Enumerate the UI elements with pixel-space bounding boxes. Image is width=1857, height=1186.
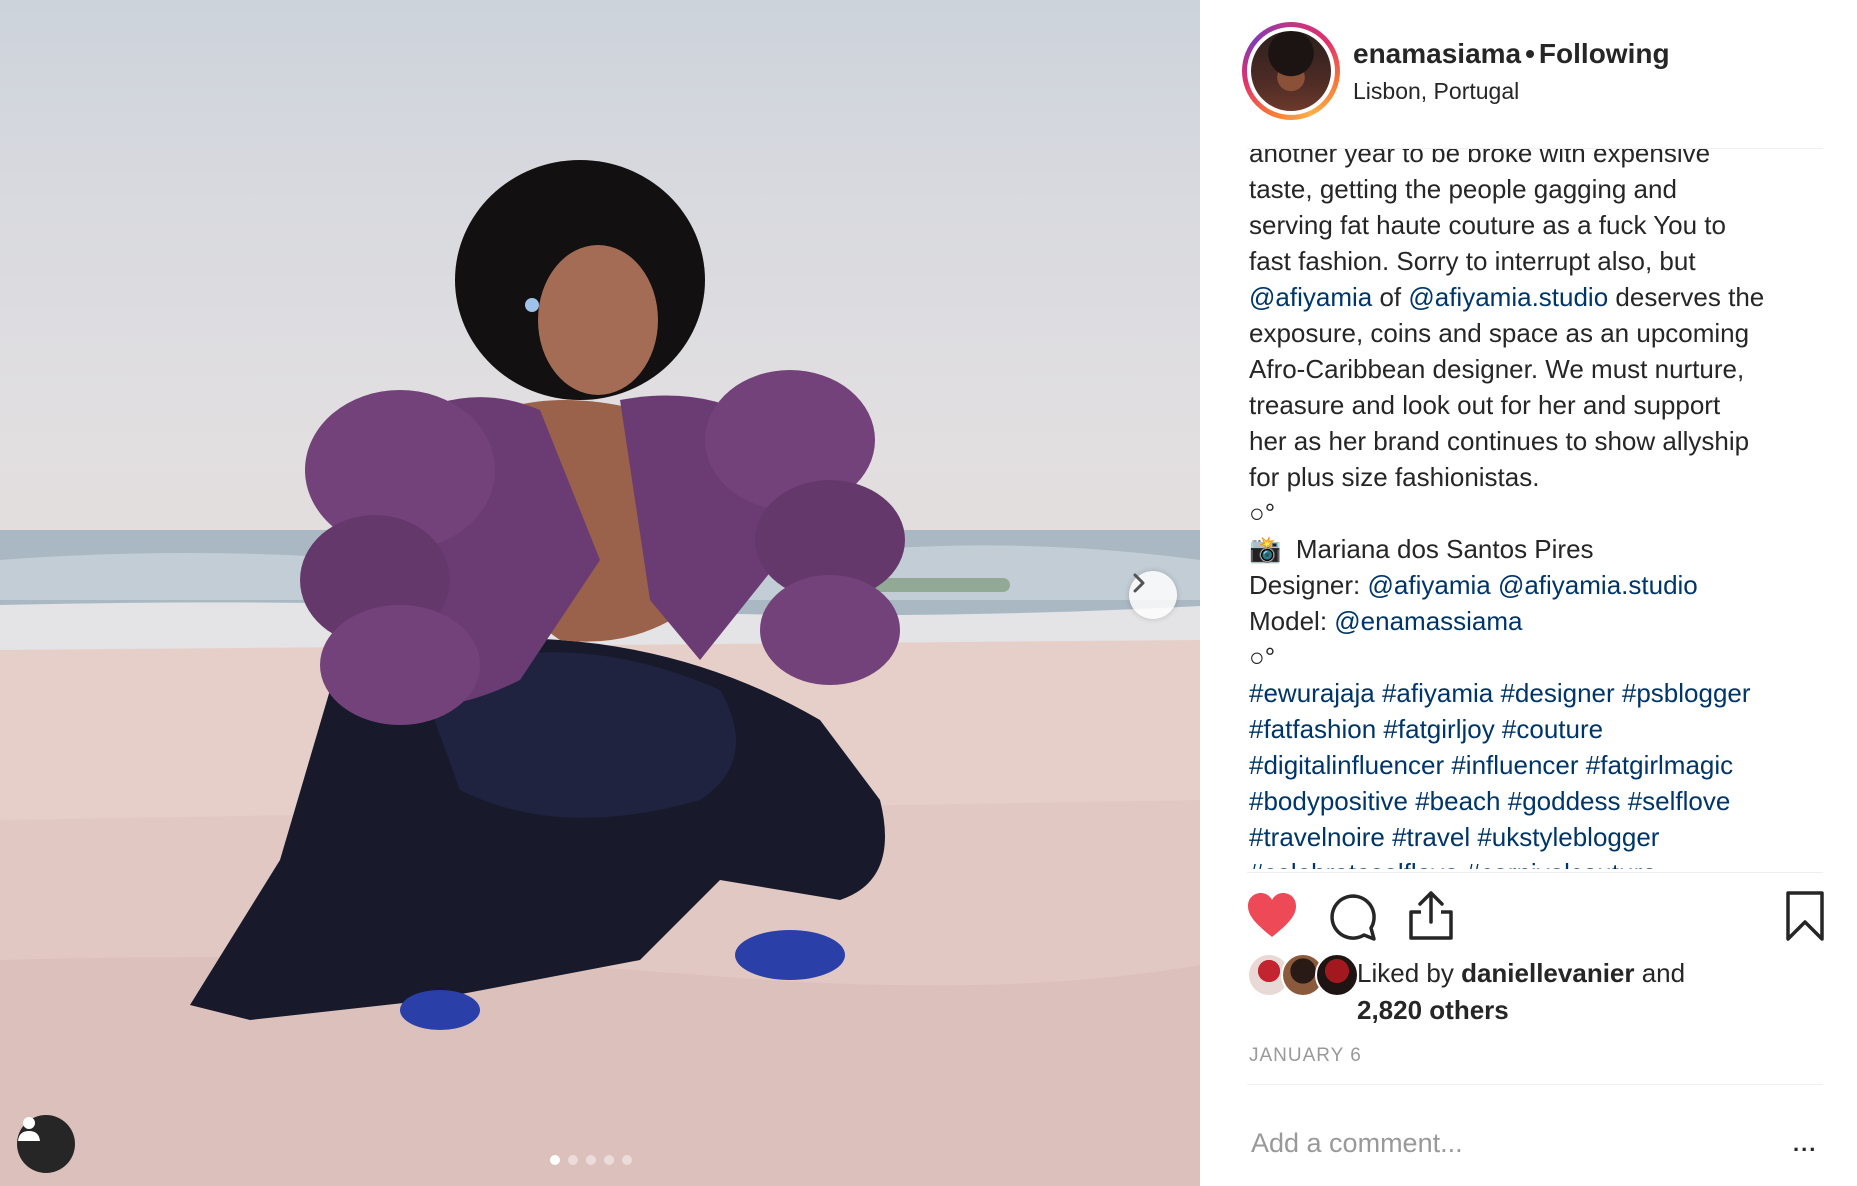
caption-line: treasure and look out for her and suppor… bbox=[1249, 390, 1721, 420]
caption-text: deserves the bbox=[1608, 282, 1765, 312]
more-options-button[interactable]: ... bbox=[1793, 1131, 1817, 1157]
caption-line: Model: @enamassiama bbox=[1249, 603, 1834, 639]
caption-line: exposure, coins and space as an upcoming bbox=[1249, 318, 1750, 348]
chevron-right-icon bbox=[1133, 573, 1145, 593]
share-icon bbox=[1409, 891, 1453, 940]
avatar-image bbox=[1251, 31, 1331, 111]
post-side-panel: enamasiama • Following Lisbon, Portugal an… bbox=[1200, 0, 1857, 1186]
photographer-credit: Mariana dos Santos Pires bbox=[1295, 534, 1594, 564]
mention-link[interactable]: @afiyamia bbox=[1368, 570, 1491, 600]
comment-divider bbox=[1247, 1084, 1823, 1085]
carousel-dot bbox=[586, 1155, 596, 1165]
carousel-dots bbox=[550, 1155, 632, 1165]
person-tag-icon bbox=[18, 1117, 40, 1141]
carousel-dot bbox=[568, 1155, 578, 1165]
beach-photo-illustration bbox=[0, 160, 1200, 1186]
comment-button[interactable] bbox=[1327, 892, 1377, 947]
author-avatar[interactable] bbox=[1242, 22, 1340, 120]
post-photo[interactable] bbox=[0, 0, 1200, 1186]
post-header-title: enamasiama • Following bbox=[1353, 38, 1670, 70]
separator-bullet: • bbox=[1525, 38, 1535, 69]
liker-username-link[interactable]: daniellevanier bbox=[1461, 958, 1634, 988]
like-button[interactable] bbox=[1246, 892, 1298, 945]
caption-separator: ○° bbox=[1249, 498, 1276, 528]
carousel-dot bbox=[622, 1155, 632, 1165]
likes-and: and bbox=[1634, 958, 1686, 988]
comment-icon bbox=[1330, 894, 1376, 941]
caption-line: her as her brand continues to show allys… bbox=[1249, 426, 1750, 456]
liker-avatar bbox=[1315, 953, 1359, 997]
caption-text: of bbox=[1372, 282, 1409, 312]
post-location-link[interactable]: Lisbon, Portugal bbox=[1353, 78, 1519, 105]
carousel-dot bbox=[604, 1155, 614, 1165]
hashtag-line[interactable]: #ewurajaja #afiyamia #designer #psblogge… bbox=[1249, 675, 1834, 711]
post-date[interactable]: JANUARY 6 bbox=[1249, 1045, 1362, 1067]
caption-line: fast fashion. Sorry to interrupt also, b… bbox=[1249, 246, 1696, 276]
mention-link[interactable]: @enamassiama bbox=[1334, 606, 1522, 636]
hashtag-line[interactable]: #fatfashion #fatgirljoy #couture bbox=[1249, 711, 1834, 747]
hashtag-line[interactable]: #celebrateselflove #carnivalcouture bbox=[1249, 855, 1834, 869]
likes-summary: Liked by daniellevanier and 2,820 others bbox=[1357, 955, 1685, 1029]
hashtag-line[interactable]: #bodypositive #beach #goddess #selflove bbox=[1249, 783, 1834, 819]
carousel-dot-active bbox=[550, 1155, 560, 1165]
caption-line: @afiyamia of @afiyamia.studio deserves t… bbox=[1249, 279, 1834, 315]
save-button[interactable] bbox=[1784, 890, 1826, 947]
caption-line: for plus size fashionistas. bbox=[1249, 462, 1540, 492]
caption-area[interactable]: another year to be broke with expensive … bbox=[1249, 149, 1834, 869]
liker-avatars[interactable] bbox=[1247, 953, 1359, 997]
caption-line: serving fat haute couture as a fuck You … bbox=[1249, 210, 1726, 240]
mention-link[interactable]: @afiyamia.studio bbox=[1408, 282, 1608, 312]
mention-link[interactable]: @afiyamia bbox=[1249, 282, 1372, 312]
likes-prefix: Liked by bbox=[1357, 958, 1462, 988]
mention-link[interactable]: @afiyamia.studio bbox=[1498, 570, 1698, 600]
designer-label: Designer: bbox=[1249, 570, 1368, 600]
model-label: Model: bbox=[1249, 606, 1335, 636]
next-slide-button[interactable] bbox=[1129, 571, 1177, 619]
author-username-link[interactable]: enamasiama bbox=[1353, 38, 1521, 69]
hashtag-line[interactable]: #digitalinfluencer #influencer #fatgirlm… bbox=[1249, 747, 1834, 783]
camera-emoji-icon: 📸 bbox=[1249, 534, 1282, 564]
hashtag-line[interactable]: #travelnoire #travel #ukstyleblogger bbox=[1249, 819, 1834, 855]
caption-line: taste, getting the people gagging and bbox=[1249, 174, 1677, 204]
caption-line: Designer: @afiyamia @afiyamia.studio bbox=[1249, 567, 1834, 603]
caption-separator: ○° bbox=[1249, 642, 1276, 672]
heart-icon bbox=[1248, 893, 1296, 937]
share-button[interactable] bbox=[1407, 890, 1455, 947]
caption-line: Afro-Caribbean designer. We must nurture… bbox=[1249, 354, 1745, 384]
caption-line: another year to be broke with expensive bbox=[1249, 149, 1711, 168]
caption-line: 📸 Mariana dos Santos Pires bbox=[1249, 531, 1834, 567]
caption-divider bbox=[1247, 872, 1823, 873]
tagged-people-button[interactable] bbox=[17, 1115, 75, 1173]
bookmark-icon bbox=[1786, 891, 1824, 941]
following-button[interactable]: Following bbox=[1539, 38, 1670, 69]
likes-count-link[interactable]: 2,820 others bbox=[1357, 995, 1509, 1025]
comment-input[interactable] bbox=[1249, 1120, 1753, 1166]
